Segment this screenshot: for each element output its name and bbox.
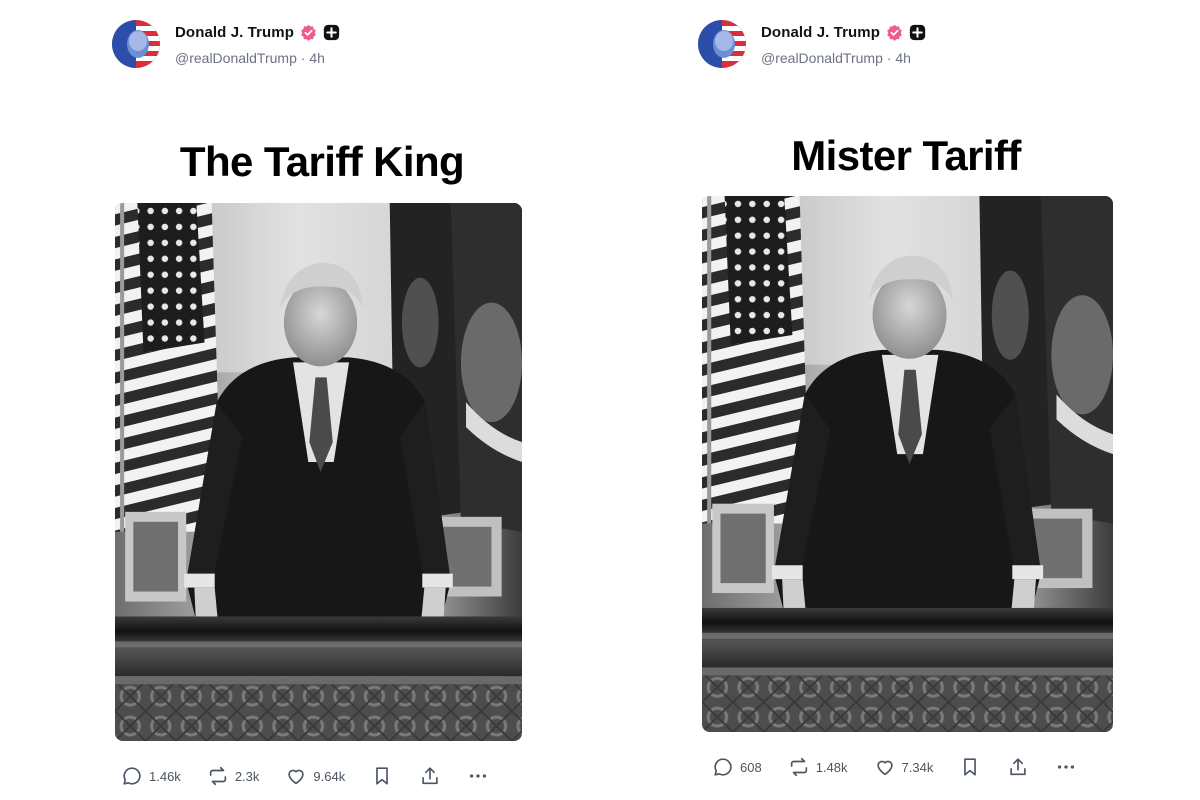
comment-icon [123, 767, 141, 785]
share-button[interactable] [1007, 756, 1029, 778]
separator: · [886, 50, 892, 66]
repost-icon [209, 766, 226, 786]
comment-button[interactable]: 1.46k [121, 765, 181, 787]
handle-and-time: @realDonaldTrump · 4h [175, 50, 325, 66]
more-button[interactable] [467, 765, 489, 787]
author-name[interactable]: Donald J. Trump [761, 24, 880, 41]
like-count: 9.64k [313, 768, 346, 784]
share-button[interactable] [419, 765, 441, 787]
like-button[interactable]: 7.34k [874, 756, 934, 778]
verified-badge-icon [300, 24, 317, 41]
post-time[interactable]: 4h [895, 50, 911, 66]
post-card-2[interactable]: Donald J. Trump @realDonaldTrump · 4h Mi… [698, 0, 1138, 800]
like-button[interactable]: 9.64k [285, 765, 345, 787]
avatar[interactable] [112, 20, 160, 68]
author-handle[interactable]: @realDonaldTrump [761, 50, 883, 66]
post-card-1[interactable]: Donald J. Trump @realDonaldTrump · 4h Th… [112, 0, 552, 800]
post-image[interactable] [702, 196, 1113, 732]
comment-count: 608 [740, 759, 762, 775]
comment-button[interactable]: 608 [712, 756, 762, 778]
repost-button[interactable]: 2.3k [207, 765, 260, 787]
avatar[interactable] [698, 20, 746, 68]
handle-and-time: @realDonaldTrump · 4h [761, 50, 911, 66]
comment-icon [714, 758, 732, 776]
like-count: 7.34k [901, 759, 934, 775]
author-handle[interactable]: @realDonaldTrump [175, 50, 297, 66]
more-icon [470, 774, 487, 778]
post-caption: The Tariff King [179, 138, 465, 185]
bookmark-icon [376, 767, 389, 785]
more-icon [1058, 765, 1075, 769]
share-icon [422, 767, 438, 785]
plus-badge-icon [909, 24, 926, 41]
verified-badge-icon [886, 24, 903, 41]
share-icon [1010, 758, 1027, 776]
post-caption: Mister Tariff [791, 132, 1021, 179]
post-time[interactable]: 4h [309, 50, 325, 66]
separator: · [300, 50, 306, 66]
bookmark-button[interactable] [371, 765, 393, 787]
plus-badge-icon [323, 24, 340, 41]
post-header: Donald J. Trump @realDonaldTrump · 4h [112, 18, 512, 70]
action-bar: 1.46k 2.3k 9.64k [112, 763, 489, 789]
post-header: Donald J. Trump @realDonaldTrump · 4h [698, 18, 1098, 70]
comment-count: 1.46k [149, 768, 181, 784]
action-bar: 608 1.48k 7.34k [698, 754, 1077, 780]
post-image[interactable] [115, 203, 522, 741]
bookmark-icon [964, 758, 977, 776]
repost-count: 1.48k [815, 759, 848, 775]
heart-icon [876, 760, 893, 776]
repost-button[interactable]: 1.48k [788, 756, 848, 778]
bookmark-button[interactable] [959, 756, 981, 778]
author-name[interactable]: Donald J. Trump [175, 24, 294, 41]
more-button[interactable] [1055, 756, 1077, 778]
heart-icon [288, 769, 305, 785]
repost-icon [790, 757, 807, 777]
repost-count: 2.3k [234, 768, 260, 784]
